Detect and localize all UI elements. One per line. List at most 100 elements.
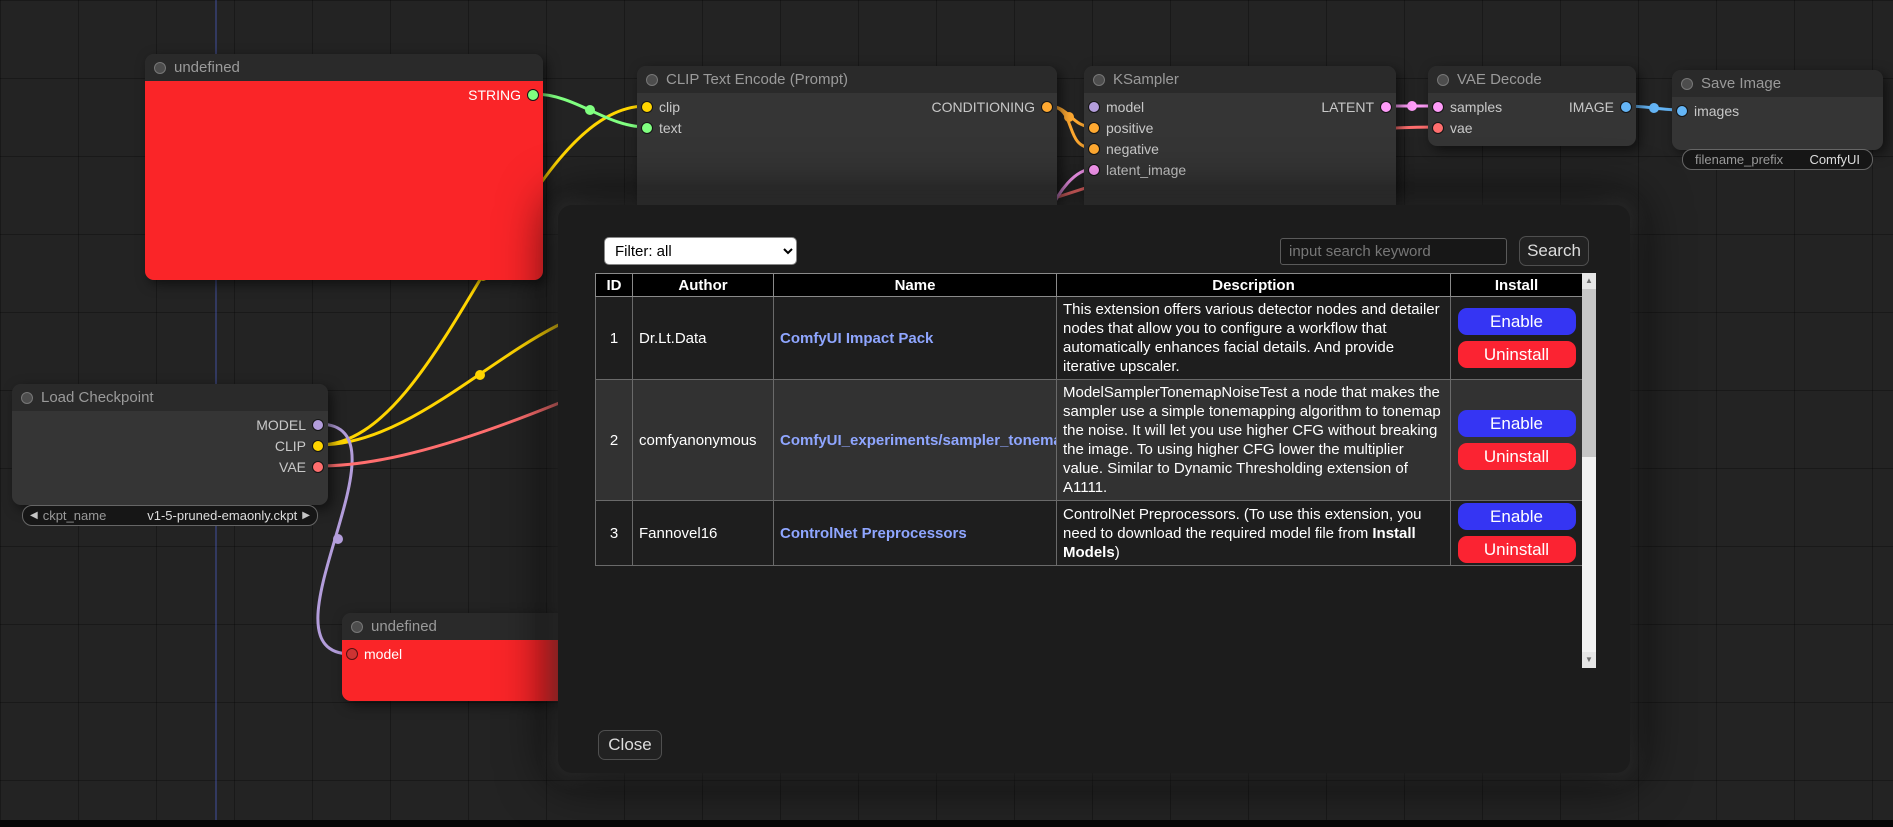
cell-name: ComfyUI_experiments/sampler_tonemap xyxy=(774,380,1057,501)
wire-midpoint-dot xyxy=(585,105,595,115)
enable-button[interactable]: Enable xyxy=(1458,503,1576,530)
slot-label: MODEL xyxy=(256,417,306,433)
decrement-arrow-icon[interactable]: ◀ xyxy=(30,511,38,521)
slot-label: VAE xyxy=(279,459,306,475)
slot-dot[interactable] xyxy=(312,461,324,473)
input-slot-text[interactable]: text xyxy=(637,117,1057,138)
input-slot-images[interactable]: images xyxy=(1672,100,1883,121)
extension-link[interactable]: ControlNet Preprocessors xyxy=(780,525,967,542)
slot-dot[interactable] xyxy=(1380,101,1392,113)
uninstall-button[interactable]: Uninstall xyxy=(1458,536,1576,563)
extension-link[interactable]: ComfyUI_experiments/sampler_tonemap xyxy=(780,432,1057,449)
scrollbar-down-icon[interactable]: ▼ xyxy=(1582,652,1596,668)
slot-label: latent_image xyxy=(1106,162,1186,178)
scrollbar-track[interactable]: ▲ ▼ xyxy=(1582,273,1596,668)
node-title: undefined xyxy=(371,618,437,635)
node-collapse-icon[interactable] xyxy=(21,392,33,404)
extension-table: ID Author Name Description Install 1 Dr.… xyxy=(595,273,1583,566)
slot-label: STRING xyxy=(468,87,521,103)
output-slot-vae[interactable]: VAE xyxy=(12,456,328,477)
ckpt-name-widget[interactable]: ◀ ckpt_name v1-5-pruned-emaonly.ckpt ▶ xyxy=(22,505,318,526)
slot-dot[interactable] xyxy=(1676,105,1688,117)
wire-midpoint-dot xyxy=(1649,103,1659,113)
custom-nodes-manager-dialog: Filter: all Search ID Author Name Descri… xyxy=(558,205,1630,773)
input-slot-positive[interactable]: positive xyxy=(1084,117,1396,138)
node-title-bar[interactable]: VAE Decode xyxy=(1428,66,1636,93)
node-title: VAE Decode xyxy=(1457,71,1542,88)
table-row: 3 Fannovel16 ControlNet Preprocessors Co… xyxy=(596,501,1583,566)
cell-install: Enable Uninstall xyxy=(1451,297,1583,380)
input-slot-latent-image[interactable]: latent_image xyxy=(1084,159,1396,180)
enable-button[interactable]: Enable xyxy=(1458,410,1576,437)
cell-install: Enable Uninstall xyxy=(1451,501,1583,566)
node-collapse-icon[interactable] xyxy=(154,62,166,74)
wire-midpoint-dot xyxy=(1064,112,1074,122)
slot-dot[interactable] xyxy=(1088,122,1100,134)
node-load-checkpoint[interactable]: Load Checkpoint MODEL CLIP VAE ◀ ckpt_na… xyxy=(12,384,328,505)
node-collapse-icon[interactable] xyxy=(1093,74,1105,86)
node-title: Save Image xyxy=(1701,75,1781,92)
search-button[interactable]: Search xyxy=(1519,236,1589,266)
output-slot-model[interactable]: MODEL xyxy=(12,414,328,435)
uninstall-button[interactable]: Uninstall xyxy=(1458,443,1576,470)
wire-midpoint-dot xyxy=(333,534,343,544)
slot-label: positive xyxy=(1106,120,1153,136)
slot-dot[interactable] xyxy=(527,89,539,101)
slot-dot[interactable] xyxy=(312,419,324,431)
input-slot-negative[interactable]: negative xyxy=(1084,138,1396,159)
increment-arrow-icon[interactable]: ▶ xyxy=(302,511,310,521)
slot-dot[interactable] xyxy=(1088,143,1100,155)
slot-dot[interactable] xyxy=(641,122,653,134)
node-title-bar[interactable]: KSampler xyxy=(1084,66,1396,93)
node-title-bar[interactable]: CLIP Text Encode (Prompt) xyxy=(637,66,1057,93)
output-slot-conditioning[interactable]: CONDITIONING xyxy=(637,96,1057,117)
extension-table-wrap: ID Author Name Description Install 1 Dr.… xyxy=(595,273,1596,668)
wire-midpoint-dot xyxy=(475,370,485,380)
node-vae-decode[interactable]: VAE Decode samples vae IMAGE xyxy=(1428,66,1636,146)
node-title-bar[interactable]: undefined xyxy=(145,54,543,81)
node-collapse-icon[interactable] xyxy=(646,74,658,86)
cell-id: 3 xyxy=(596,501,633,566)
slot-dot[interactable] xyxy=(1088,164,1100,176)
cell-description: ModelSamplerTonemapNoiseTest a node that… xyxy=(1057,380,1451,501)
col-header-description: Description xyxy=(1057,274,1451,297)
output-slot-clip[interactable]: CLIP xyxy=(12,435,328,456)
slot-dot[interactable] xyxy=(312,440,324,452)
uninstall-button[interactable]: Uninstall xyxy=(1458,341,1576,368)
slot-dot[interactable] xyxy=(346,648,358,660)
table-header-row: ID Author Name Description Install xyxy=(596,274,1583,297)
scrollbar-thumb[interactable] xyxy=(1582,289,1596,457)
table-row: 2 comfyanonymous ComfyUI_experiments/sam… xyxy=(596,380,1583,501)
widget-value: ComfyUI xyxy=(1809,152,1860,167)
node-collapse-icon[interactable] xyxy=(1437,74,1449,86)
node-title-bar[interactable]: Save Image xyxy=(1672,70,1883,97)
output-slot-latent[interactable]: LATENT xyxy=(1084,96,1396,117)
col-header-author: Author xyxy=(633,274,774,297)
graph-canvas[interactable]: undefined STRING CLIP Text Encode (Promp… xyxy=(0,0,1893,827)
widget-name: ckpt_name xyxy=(43,508,107,523)
cell-description: ControlNet Preprocessors. (To use this e… xyxy=(1057,501,1451,566)
cell-author: Dr.Lt.Data xyxy=(633,297,774,380)
node-save-image[interactable]: Save Image images filename_prefix ComfyU… xyxy=(1672,70,1883,150)
scrollbar-up-icon[interactable]: ▲ xyxy=(1582,273,1596,289)
node-title-bar[interactable]: Load Checkpoint xyxy=(12,384,328,411)
cell-id: 2 xyxy=(596,380,633,501)
node-collapse-icon[interactable] xyxy=(1681,78,1693,90)
cell-author: Fannovel16 xyxy=(633,501,774,566)
node-collapse-icon[interactable] xyxy=(351,621,363,633)
extension-link[interactable]: ComfyUI Impact Pack xyxy=(780,330,933,347)
output-slot-image[interactable]: IMAGE xyxy=(1428,96,1636,117)
slot-dot[interactable] xyxy=(1432,122,1444,134)
search-input[interactable] xyxy=(1280,238,1507,265)
slot-label: LATENT xyxy=(1321,99,1374,115)
enable-button[interactable]: Enable xyxy=(1458,308,1576,335)
input-slot-vae[interactable]: vae xyxy=(1428,117,1636,138)
close-button[interactable]: Close xyxy=(598,730,662,760)
node-title: undefined xyxy=(174,59,240,76)
slot-dot[interactable] xyxy=(1620,101,1632,113)
node-undefined-top[interactable]: undefined STRING xyxy=(145,54,543,280)
filename-prefix-widget[interactable]: filename_prefix ComfyUI xyxy=(1682,149,1873,170)
filter-select[interactable]: Filter: all xyxy=(604,237,797,265)
output-slot-string[interactable]: STRING xyxy=(145,84,543,105)
slot-dot[interactable] xyxy=(1041,101,1053,113)
